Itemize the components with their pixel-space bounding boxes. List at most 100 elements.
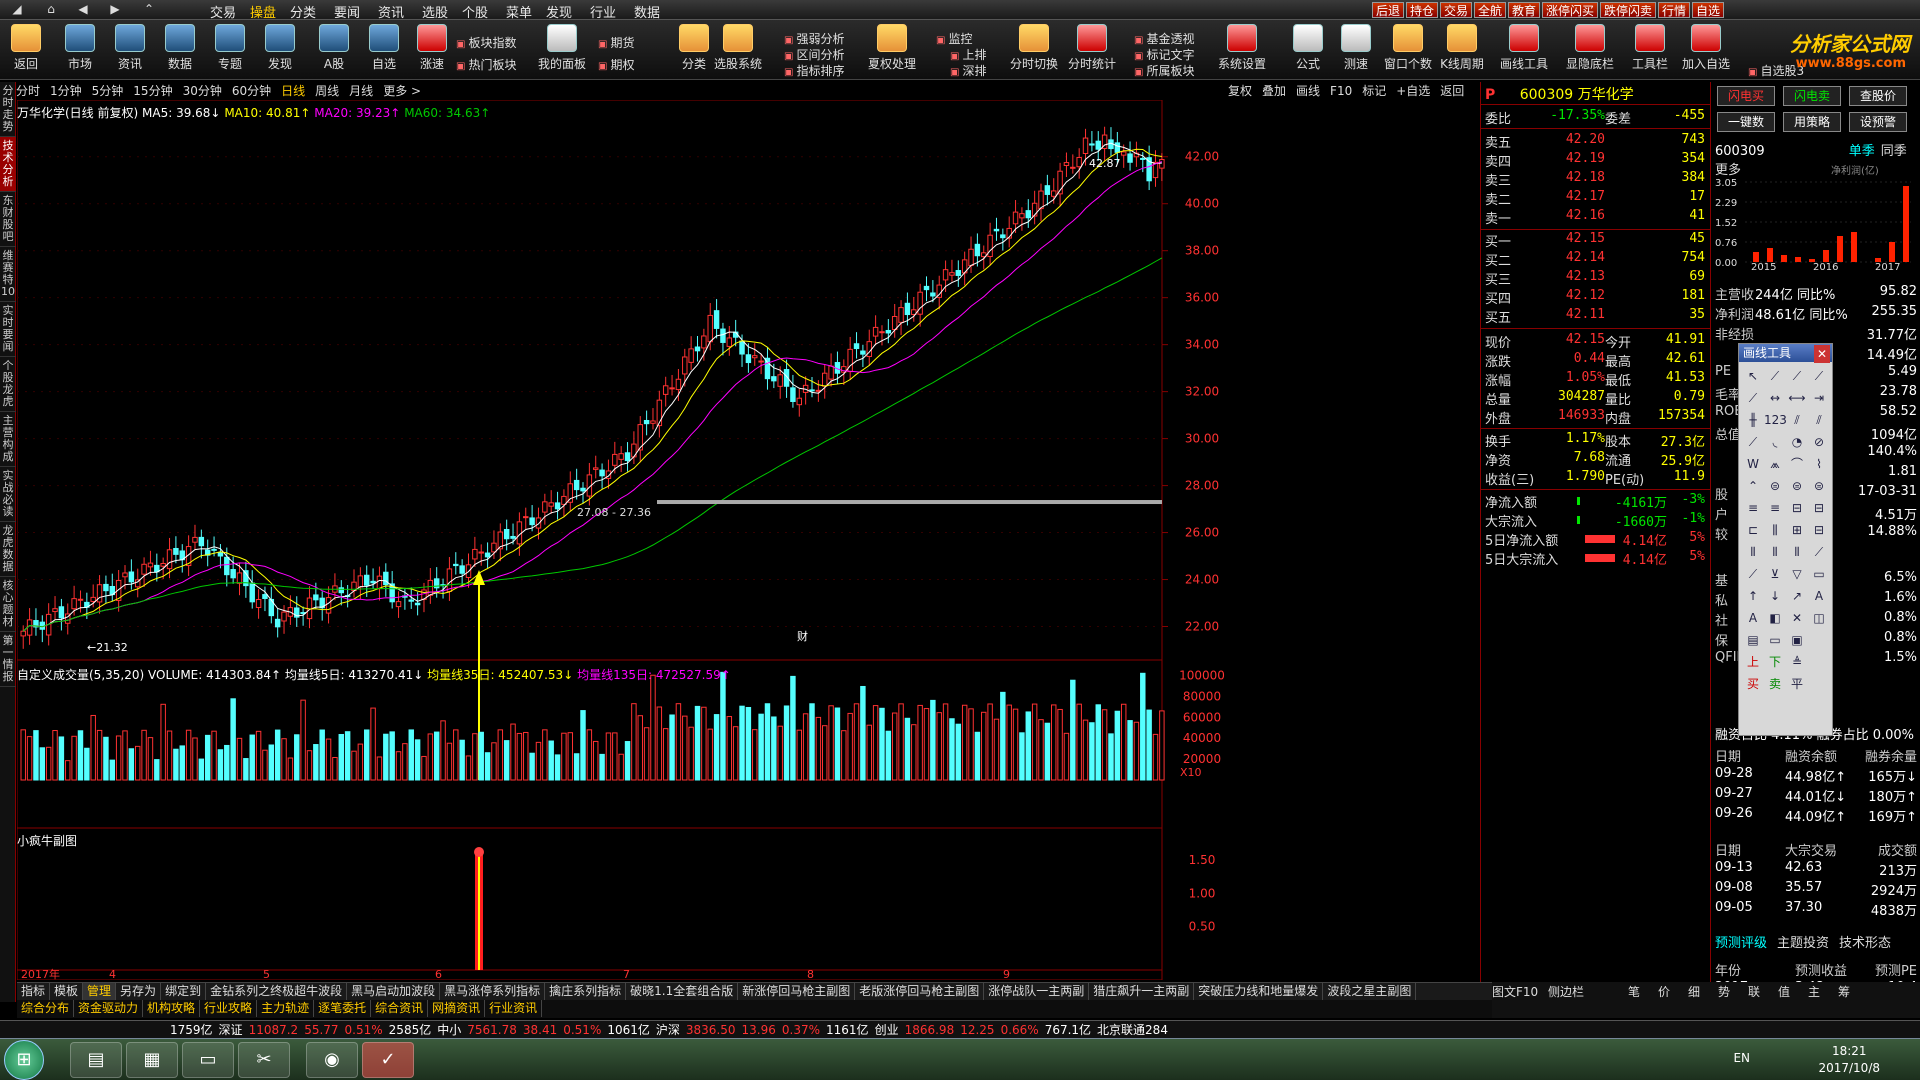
quick-tag-button[interactable]: 全航 [1474,2,1507,18]
quick-tag-button[interactable]: 自选 [1692,2,1725,18]
indicator-tab[interactable]: 绑定到 [161,983,207,1000]
tool-icon[interactable]: ✂ [238,1042,290,1078]
toolbar-button[interactable]: 公式 [1284,24,1332,72]
draw-tool-button[interactable]: ⟋ [1764,365,1786,387]
left-tab[interactable]: 实时要闻 [0,302,16,357]
side-toggle[interactable]: 侧边栏 [1548,983,1584,1000]
draw-tool-button[interactable]: ◧ [1764,607,1786,629]
toolbar-button[interactable]: 窗口个数 [1384,24,1432,72]
draw-tool-button[interactable] [1808,629,1830,651]
toolbar-button[interactable]: 涨速 [408,24,456,72]
kline-chart-area[interactable]: 42.00 40.00 38.00 36.00 34.00 32.00 30.00 28.00… [16,99,1482,981]
period-tab[interactable]: 60分钟 [232,84,271,98]
chrome-icon[interactable]: ◉ [306,1042,358,1078]
left-tab[interactable]: 东财股吧 [0,192,16,247]
draw-tool-button[interactable]: ▤ [1742,629,1764,651]
menu-item[interactable]: 个股 [462,2,488,21]
forward-icon[interactable]: ▶ [100,1,130,18]
chart-action-button[interactable]: 返回 [1440,82,1464,99]
toolbar-small-item[interactable]: 指标排序 [784,62,844,79]
toolbar-button[interactable]: 显隐底栏 [1566,24,1614,72]
menu-item[interactable]: 行业 [590,2,616,21]
left-tab[interactable]: 维赛特10 [0,247,16,302]
draw-tool-button[interactable]: A [1808,585,1830,607]
info-tab[interactable]: 网摘资讯 [428,1000,486,1017]
draw-tool-button[interactable]: ⫴ [1786,541,1808,563]
draw-tool-button[interactable]: ↔ [1764,387,1786,409]
stock-app-icon[interactable]: ✓ [362,1042,414,1078]
toolbar-small-item[interactable]: 热门板块 [456,56,516,73]
computer-icon[interactable]: ▭ [182,1042,234,1078]
draw-tool-button[interactable]: ⟋ [1742,387,1764,409]
indicator-tab[interactable]: 黑马涨停系列指标 [440,983,546,1000]
left-tab[interactable]: 龙虎数据 [0,522,16,577]
draw-tool-button[interactable]: ⌒ [1786,453,1808,475]
draw-tool-button[interactable]: ⊜ [1764,475,1786,497]
draw-tool-button[interactable]: ⊻ [1764,563,1786,585]
finance-tab[interactable]: 同季 [1881,144,1907,159]
toolbar-small-item[interactable]: 期权 [598,56,634,73]
toolbar-button[interactable]: 分类 [670,24,718,72]
finance-bottom-tab[interactable]: 预测评级 [1715,936,1767,951]
draw-tool-button[interactable]: ⇥ [1808,387,1830,409]
draw-tool-button[interactable] [1808,651,1830,673]
draw-tool-button[interactable]: ◟ [1764,431,1786,453]
toolbar-button[interactable]: 自选 [360,24,408,72]
finance-button[interactable]: 用策略 [1783,112,1841,132]
draw-tool-button[interactable]: ↑ [1742,585,1764,607]
side-toggle[interactable]: 图文F10 [1492,983,1538,1000]
detail-tab[interactable]: 笔 [1628,983,1640,1000]
indicator-tab[interactable]: 新涨停回马枪主副图 [738,983,856,1000]
draw-tool-button[interactable]: ▣ [1786,629,1808,651]
toolbar-small-item[interactable]: 板块指数 [456,34,516,51]
toolbar-button[interactable]: 工具栏 [1626,24,1674,72]
draw-tool-button[interactable]: ⫽ [1808,409,1830,431]
draw-tool-button[interactable]: ⌇ [1808,453,1830,475]
draw-tool-button[interactable]: ↗ [1786,585,1808,607]
draw-tool-button[interactable]: ⊘ [1808,431,1830,453]
info-tab[interactable]: 逐笔委托 [314,1000,372,1017]
start-icon[interactable]: ⊞ [4,1040,44,1080]
info-tab[interactable]: 行业攻略 [200,1000,258,1017]
toolbar-button[interactable]: 画线工具 [1500,24,1548,72]
period-tab[interactable]: 月线 [349,84,373,98]
indicator-tab[interactable]: 模板 [50,983,84,1000]
draw-tool-button[interactable]: W [1742,453,1764,475]
draw-tool-button[interactable]: ✕ [1786,607,1808,629]
toolbar-button[interactable]: 专题 [206,24,254,72]
finance-button[interactable]: 一键数 [1717,112,1775,132]
draw-tool-button[interactable]: ⟋ [1742,431,1764,453]
info-tab[interactable]: 行业资讯 [485,1000,543,1017]
toolbar-button[interactable]: 系统设置 [1218,24,1266,72]
quick-tag-button[interactable]: 教育 [1508,2,1541,18]
chart-action-button[interactable]: 标记 [1362,82,1386,99]
draw-tool-button[interactable]: ⫴ [1742,541,1764,563]
info-tab[interactable]: 资金驱动力 [74,1000,144,1017]
up-icon[interactable]: ⌃ [134,1,164,18]
period-tab[interactable]: 30分钟 [183,84,222,98]
finance-bottom-tab[interactable]: 技术形态 [1839,936,1891,951]
finance-button[interactable]: 闪电卖 [1783,86,1841,106]
chart-action-button[interactable]: 叠加 [1262,82,1286,99]
left-tab[interactable]: 个股龙虎 [0,357,16,412]
draw-tool-button[interactable]: ⟋ [1808,541,1830,563]
toolbar-button[interactable]: 选股系统 [714,24,762,72]
period-tab[interactable]: 5分钟 [92,84,124,98]
quick-tag-button[interactable]: 跌停闪卖 [1600,2,1657,18]
indicator-tab[interactable]: 另存为 [116,983,162,1000]
toolbar-small-item[interactable]: 深排 [950,62,986,79]
toolbar-small-item[interactable]: 上排 [950,46,986,63]
draw-tool-button[interactable]: 下 [1764,651,1786,673]
finance-bottom-tab[interactable]: 主题投资 [1777,936,1829,951]
draw-tool-button[interactable]: ⊟ [1786,497,1808,519]
draw-tool-button[interactable]: 卖 [1764,673,1786,695]
draw-tool-button[interactable]: A [1742,607,1764,629]
draw-tool-button[interactable]: ≡ [1742,497,1764,519]
period-tab[interactable]: 周线 [315,84,339,98]
indicator-tab[interactable]: 老版涨停回马枪主副图 [855,983,985,1000]
draw-tool-button[interactable]: ⫴ [1764,541,1786,563]
detail-tab[interactable]: 主 [1808,983,1820,1000]
detail-tab[interactable]: 值 [1778,983,1790,1000]
toolbar-small-item[interactable]: 所属板块 [1134,62,1194,79]
info-tab[interactable]: 综合分布 [17,1000,75,1017]
